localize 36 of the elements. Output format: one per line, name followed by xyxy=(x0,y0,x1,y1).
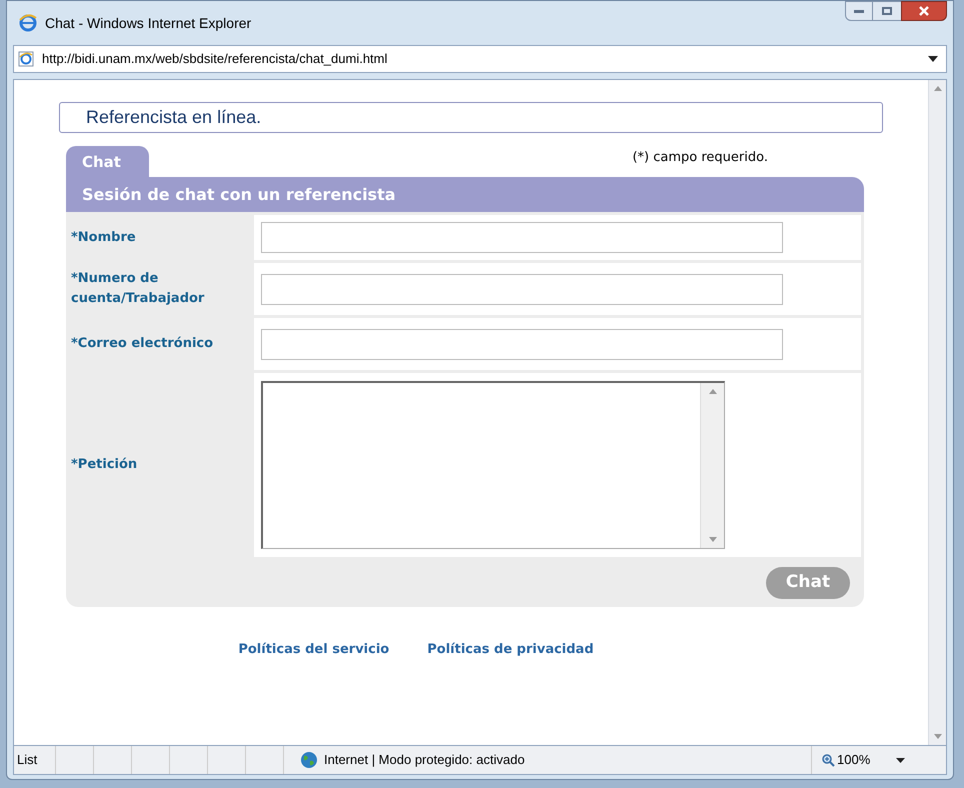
close-icon xyxy=(919,6,929,16)
browser-logo-icon xyxy=(19,14,37,32)
footer-link[interactable]: Políticas del servicio xyxy=(238,640,390,660)
scroll-up-icon[interactable] xyxy=(934,86,942,91)
text-field[interactable] xyxy=(261,274,783,304)
request-textarea[interactable] xyxy=(261,381,725,549)
security-zone-text: Internet | Modo protegido: activado xyxy=(324,751,525,770)
url-text: http://bidi.unam.mx/web/sbdsite/referencista/chat_dumi.html xyxy=(42,50,388,68)
field-label: *Numero de cuenta/Trabajador xyxy=(71,270,206,308)
section-title: Sesión de chat con un referencista xyxy=(66,177,864,212)
required-note: (*) campo requerido. xyxy=(632,148,768,166)
page-scrollbar[interactable] xyxy=(928,80,946,745)
scroll-up-icon[interactable] xyxy=(708,389,716,394)
status-text: List xyxy=(14,746,56,774)
minimize-button[interactable] xyxy=(845,1,873,21)
maximize-button[interactable] xyxy=(873,1,901,21)
footer-link[interactable]: Políticas de privacidad xyxy=(427,640,594,660)
text-field[interactable] xyxy=(261,328,783,360)
zoom-level: 100% xyxy=(837,751,870,770)
field-label: *Correo electrónico xyxy=(71,335,214,353)
globe-icon xyxy=(300,751,318,769)
address-bar[interactable]: http://bidi.unam.mx/web/sbdsite/referencista/chat_dumi.html xyxy=(13,45,947,73)
scrollbar[interactable] xyxy=(700,383,724,548)
close-button[interactable] xyxy=(901,1,947,21)
window-title: Chat - Windows Internet Explorer xyxy=(45,14,252,33)
zoom-control[interactable]: 100% xyxy=(812,746,946,774)
zoom-icon xyxy=(822,754,835,766)
field-label: *Petición xyxy=(71,456,138,474)
dropdown-caret-icon[interactable] xyxy=(928,56,938,62)
text-field[interactable] xyxy=(261,222,783,253)
page-icon xyxy=(18,51,34,67)
page-heading: Referencista en línea. xyxy=(59,102,883,133)
field-label: *Nombre xyxy=(71,228,136,246)
dropdown-caret-icon[interactable] xyxy=(896,758,906,762)
scroll-down-icon[interactable] xyxy=(708,537,716,542)
scroll-down-icon[interactable] xyxy=(934,734,942,739)
